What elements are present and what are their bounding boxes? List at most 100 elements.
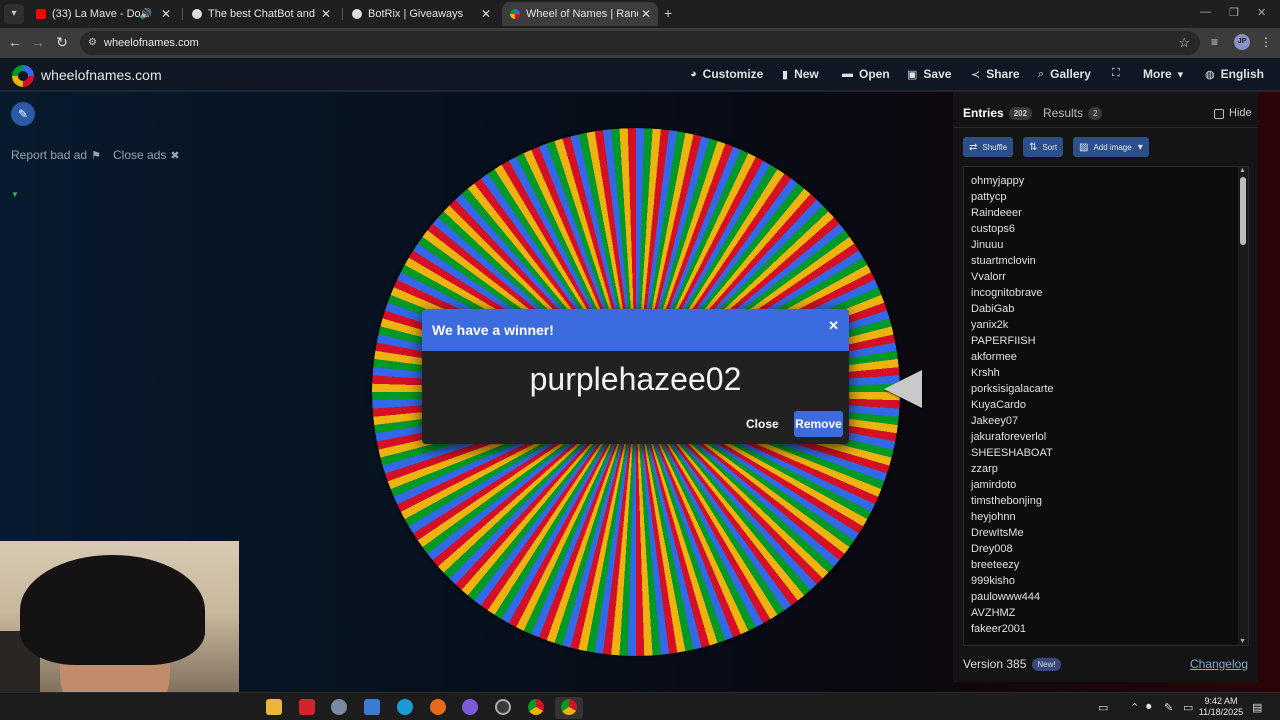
forward-icon[interactable]: →	[29, 34, 47, 50]
obs-icon[interactable]	[495, 699, 511, 715]
hide-label: Hide	[1229, 107, 1252, 119]
back-icon[interactable]: ←	[6, 34, 24, 50]
nav-share[interactable]: ≺ Share	[971, 67, 1020, 81]
tab-label: Wheel of Names | Random nam	[526, 8, 638, 20]
system-clock[interactable]: 9:42 AM 11/18/2025	[1196, 696, 1246, 718]
browser-menu-icon[interactable]: ⋮	[1260, 35, 1272, 49]
close-ads-link[interactable]: Close ads ✖	[113, 148, 180, 162]
nav-label: New	[794, 67, 819, 81]
browser-tab-1[interactable]: (33) La Mave - Dominga Ft 🔊 ✕	[28, 2, 178, 26]
browser-tab-3[interactable]: BotRix | Giveaways ✕	[344, 2, 498, 26]
remove-button[interactable]: Remove	[794, 411, 843, 437]
nav-label: Share	[986, 67, 1020, 81]
entry-item: incognitobrave	[971, 287, 1043, 299]
minimize-icon[interactable]: —	[1200, 6, 1211, 18]
site-header: wheelofnames.com ◕ Customize ▮ New ▬ Ope…	[0, 58, 1280, 92]
chevron-down-icon: ▾	[1137, 141, 1143, 153]
nav-customize[interactable]: ◕ Customize	[690, 67, 763, 81]
nav-open[interactable]: ▬ Open	[842, 67, 890, 81]
profile-avatar[interactable]: JP	[1234, 34, 1250, 50]
tab-label: (33) La Mave - Dominga Ft	[52, 8, 140, 20]
entry-item: akformee	[971, 351, 1017, 363]
nav-label: Customize	[702, 67, 764, 81]
new-tab-button[interactable]: +	[664, 5, 672, 21]
close-circle-icon: ✖	[170, 149, 180, 162]
file-explorer-icon[interactable]	[266, 699, 282, 715]
speaker-icon[interactable]: 🔊	[140, 9, 152, 20]
nav-label: English	[1220, 67, 1264, 81]
entry-item: Jakeey07	[971, 415, 1019, 427]
reload-icon[interactable]: ↻	[53, 34, 71, 51]
keyboard-icon[interactable]: ▭	[1098, 701, 1108, 714]
browser-tab-strip: ▾ (33) La Mave - Dominga Ft 🔊 ✕ The best…	[0, 0, 1280, 28]
restore-icon[interactable]: ❐	[1229, 6, 1239, 19]
close-window-icon[interactable]: ✕	[1257, 6, 1266, 19]
close-button[interactable]: Close	[746, 417, 779, 431]
entries-textarea[interactable]: ▲ ▼ ohmyjappy pattycp Raindeeer custops6 Jin…	[963, 166, 1249, 646]
button-label: Shuffle	[982, 142, 1008, 152]
site-info-icon[interactable]: ⚙	[88, 37, 100, 49]
youtube-icon	[36, 9, 46, 19]
nav-language[interactable]: ◍ English	[1205, 67, 1264, 81]
close-tab-icon[interactable]: ✕	[318, 7, 334, 21]
url-text: wheelofnames.com	[104, 37, 199, 49]
report-ad-label: Report bad ad	[11, 148, 88, 162]
sort-button[interactable]: ⇅ Sort	[1023, 137, 1064, 157]
new-badge: New!	[1032, 657, 1061, 671]
tray-chevron-up-icon[interactable]: ⌃	[1130, 701, 1139, 714]
changelog-link[interactable]: Changelog	[1190, 657, 1248, 671]
close-tab-icon[interactable]: ✕	[638, 7, 654, 21]
chrome-active-icon[interactable]	[561, 699, 577, 715]
network-icon[interactable]: ▭	[1183, 701, 1193, 714]
settings-app-icon[interactable]	[331, 699, 347, 715]
close-ads-label: Close ads	[113, 148, 167, 162]
chevron-down-icon: ▾	[1177, 68, 1184, 81]
media-controls-icon[interactable]: ≡	[1211, 35, 1218, 49]
edge-icon[interactable]	[397, 699, 413, 715]
nav-label: Save	[923, 67, 952, 81]
discord-icon[interactable]	[462, 699, 478, 715]
ad-choices-icon[interactable]: ▼	[11, 190, 19, 199]
scrollbar[interactable]: ▲ ▼	[1238, 167, 1248, 645]
share-icon: ≺	[971, 68, 981, 81]
hide-checkbox[interactable]	[1214, 109, 1224, 119]
tab-divider	[182, 8, 183, 20]
tab-label: BotRix | Giveaways	[368, 8, 464, 20]
scroll-up-icon[interactable]: ▲	[1239, 167, 1246, 174]
entry-item: fakeer2001	[971, 623, 1027, 635]
close-tab-icon[interactable]: ✕	[158, 7, 174, 21]
entries-panel: Entries 202 Results 2 Hide ⇄ Shuffle ⇅ S…	[953, 92, 1258, 682]
nav-gallery[interactable]: ⌕ Gallery	[1038, 67, 1091, 81]
chrome-icon[interactable]	[528, 699, 544, 715]
close-icon[interactable]: ✕	[828, 318, 839, 334]
scroll-thumb[interactable]	[1240, 177, 1246, 245]
tab-entries[interactable]: Entries 202	[963, 106, 1033, 120]
browser-tab-2[interactable]: The best ChatBot and Widgets ✕	[184, 2, 338, 26]
edit-pencil-button[interactable]: ✎	[11, 102, 35, 126]
nav-save[interactable]: ▣ Save	[907, 67, 951, 81]
shuffle-button[interactable]: ⇄ Shuffle	[963, 137, 1014, 157]
url-field[interactable]: ⚙ wheelofnames.com ☆	[80, 31, 1200, 55]
nav-more[interactable]: More ▾	[1143, 67, 1183, 81]
scroll-down-icon[interactable]: ▼	[1239, 638, 1246, 645]
calculator-icon[interactable]	[364, 699, 380, 715]
report-bad-ad-link[interactable]: Report bad ad ⚑	[11, 148, 101, 162]
nav-new[interactable]: ▮ New	[782, 67, 819, 81]
wps-office-icon[interactable]	[299, 699, 315, 715]
logo-icon[interactable]	[12, 65, 34, 87]
pen-icon[interactable]: ✎	[1164, 701, 1173, 714]
nav-fullscreen[interactable]: ⛶	[1112, 67, 1126, 80]
tab-results[interactable]: Results 2	[1043, 106, 1103, 120]
bookmark-star-icon[interactable]: ☆	[1178, 35, 1190, 51]
notification-icon[interactable]: ▤	[1252, 701, 1262, 714]
add-image-button[interactable]: ▨ Add image ▾	[1073, 137, 1149, 157]
logo-text[interactable]: wheelofnames.com	[41, 67, 162, 83]
entry-item: pattycp	[971, 191, 1007, 203]
entry-item: PAPERFIISH	[971, 335, 1036, 347]
tab-search-button[interactable]: ▾	[4, 4, 24, 24]
microphone-icon[interactable]: ⏺	[1146, 701, 1152, 714]
close-tab-icon[interactable]: ✕	[478, 7, 494, 21]
webcam-hair	[20, 555, 205, 665]
browser-tab-4-active[interactable]: Wheel of Names | Random nam ✕	[502, 2, 658, 26]
firefox-icon[interactable]	[430, 699, 446, 715]
